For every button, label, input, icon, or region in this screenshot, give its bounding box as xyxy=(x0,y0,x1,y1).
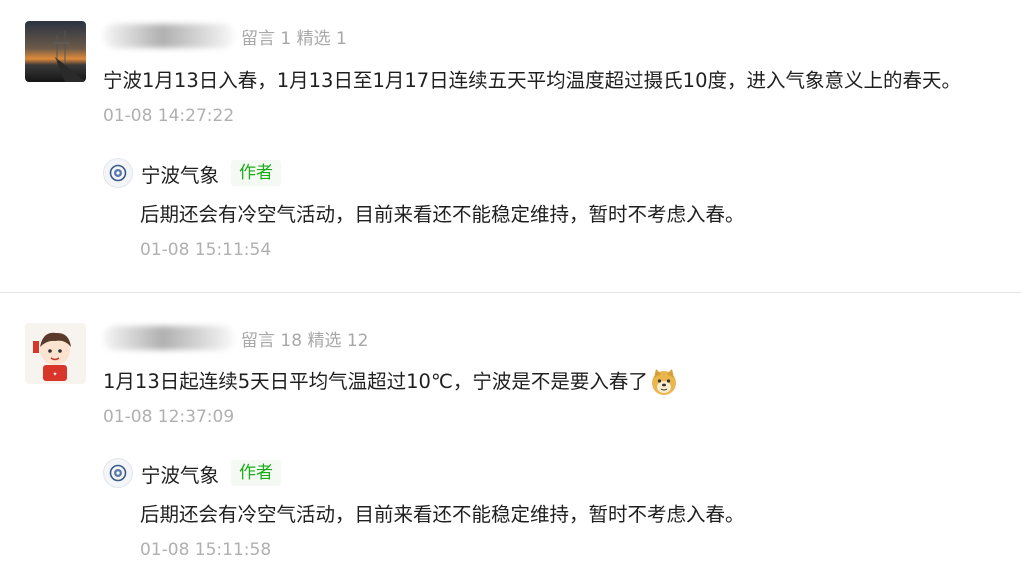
reply-text: 后期还会有冷空气活动，目前来看还不能稳定维持，暂时不考虑入春。 xyxy=(140,503,745,526)
reply-text: 后期还会有冷空气活动，目前来看还不能稳定维持，暂时不考虑入春。 xyxy=(140,203,745,226)
sunset-photo-icon xyxy=(25,21,86,82)
cartoon-boy-icon: ✦ xyxy=(25,323,86,384)
comment-timestamp: 01-08 14:27:22 xyxy=(103,106,235,126)
commenter-avatar[interactable] xyxy=(25,21,86,82)
weather-logo-icon xyxy=(109,164,127,182)
comment-text: 宁波1月13日入春，1月13日至1月17日连续五天平均温度超过摄氏10度，进入气… xyxy=(103,69,961,92)
reply-timestamp: 01-08 15:11:58 xyxy=(140,540,272,560)
comment-timestamp: 01-08 12:37:09 xyxy=(103,407,235,427)
reply-timestamp: 01-08 15:11:54 xyxy=(140,240,272,260)
author-avatar[interactable] xyxy=(103,158,133,188)
svg-text:✦: ✦ xyxy=(52,371,57,378)
author-badge: 作者 xyxy=(231,460,282,486)
commenter-avatar[interactable]: ✦ xyxy=(25,323,86,384)
doge-emoji-icon xyxy=(650,368,678,396)
blurred-username xyxy=(103,326,235,350)
reply-header: 宁波气象 作者 xyxy=(103,456,282,490)
comment-content: 1月13日起连续5天日平均气温超过10℃，宁波是不是要入春了 xyxy=(103,367,678,397)
author-name[interactable]: 宁波气象 xyxy=(141,459,219,488)
blurred-username xyxy=(103,24,235,48)
author-badge: 作者 xyxy=(231,160,282,186)
commenter-meta: 留言 18 精选 12 xyxy=(103,323,374,353)
comment-stats: 留言 18 精选 12 xyxy=(241,330,369,351)
commenter-meta: 留言 1 精选 1 xyxy=(103,21,353,51)
comment-text: 1月13日起连续5天日平均气温超过10℃，宁波是不是要入春了 xyxy=(103,370,648,393)
reply-header: 宁波气象 作者 xyxy=(103,156,282,190)
author-avatar[interactable] xyxy=(103,458,133,488)
author-name[interactable]: 宁波气象 xyxy=(141,159,219,188)
comment-stats: 留言 1 精选 1 xyxy=(241,28,347,49)
weather-logo-icon xyxy=(109,464,127,482)
comment-item: 留言 1 精选 1 宁波1月13日入春，1月13日至1月17日连续五天平均温度超… xyxy=(0,0,1021,292)
comment-item: ✦ 留言 18 精选 12 1月13日起连续5天日平均气温超过10℃，宁波是不是… xyxy=(0,293,1021,586)
